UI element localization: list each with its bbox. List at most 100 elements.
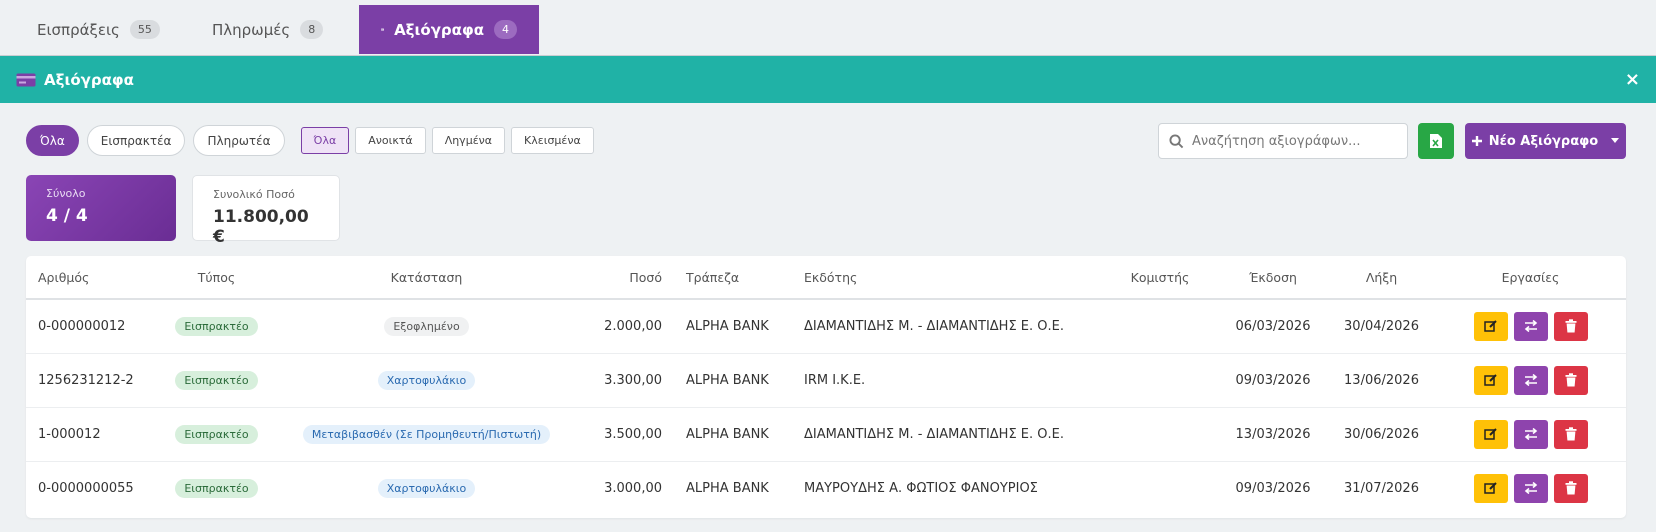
panel-header: Αξιόγραφα × [0, 56, 1656, 103]
search-box [1158, 123, 1408, 159]
tab-receipts[interactable]: Εισπράξεις 55 [5, 5, 160, 54]
tab-bar: Εισπράξεις 55 Πληρωμές 8 Αξιόγραφα 4 [0, 0, 1656, 56]
cheque-icon [381, 28, 385, 31]
type-filter-receivable[interactable]: Εισπρακτέα [86, 125, 186, 156]
tab-payments[interactable]: Πληρωμές 8 [180, 5, 330, 54]
status-filter-all[interactable]: Όλα [300, 127, 350, 154]
cheque-bank: ALPHA BANK [686, 480, 769, 496]
cheque-issued-date: 06/03/2026 [1218, 299, 1328, 354]
tab-payments-label: Πληρωμές [212, 20, 291, 39]
transfer-button[interactable] [1513, 473, 1548, 503]
trash-icon [1565, 373, 1576, 387]
total-card-label: Σύνολο [46, 187, 86, 200]
excel-file-icon [1430, 134, 1442, 148]
row-actions [1435, 473, 1626, 503]
status-badge: Χαρτοφυλάκιο [377, 370, 476, 390]
amount-card: Συνολικό Ποσό 11.800,00 € [192, 175, 340, 247]
tab-payments-count: 8 [300, 20, 324, 39]
type-badge: Εισπρακτέο [175, 424, 258, 444]
cheque-amount: 3.300,00 [579, 353, 674, 408]
new-cheque-label: Νέο Αξιόγραφο [1488, 133, 1599, 149]
tab-cheques[interactable]: Αξιόγραφα 4 [359, 5, 539, 54]
cheque-number: 0-000000012 [26, 299, 159, 354]
close-icon[interactable]: × [1625, 69, 1640, 90]
col-bearer[interactable]: Κομιστής [1102, 256, 1218, 300]
status-filter-expired[interactable]: Ληγμένα [431, 127, 506, 154]
panel-title: Αξιόγραφα [44, 70, 134, 89]
cheque-number: 1-000012 [26, 407, 159, 462]
cheque-bearer [1102, 299, 1218, 354]
filter-bar: Όλα Εισπρακτέα Πληρωτέα Όλα Ανοικτά Ληγμ… [26, 125, 600, 156]
cheque-issuer: ΔΙΑΜΑΝΤΙΔΗΣ Μ. - ΔΙΑΜΑΝΤΙΔΗΣ Ε. Ο.Ε. [792, 299, 1102, 354]
total-card: Σύνολο 4 / 4 [26, 175, 176, 241]
trash-icon [1565, 481, 1576, 495]
col-due[interactable]: Λήξη [1328, 256, 1435, 300]
col-number[interactable]: Αριθμός [26, 256, 159, 300]
col-issuer[interactable]: Εκδότης [792, 256, 1102, 300]
type-badge: Εισπρακτέο [175, 370, 258, 390]
amount-card-value: 11.800,00 € [213, 207, 309, 247]
cheque-bearer [1102, 407, 1218, 462]
exchange-icon [1524, 482, 1537, 495]
col-amount[interactable]: Ποσό [579, 256, 674, 300]
type-filter-payable[interactable]: Πληρωτέα [193, 125, 285, 156]
delete-button[interactable] [1553, 365, 1588, 395]
transfer-button[interactable] [1513, 419, 1548, 449]
col-type[interactable]: Τύπος [159, 256, 274, 300]
status-badge: Εξοφλημένο [384, 316, 469, 336]
table-row[interactable]: 0-000000012 Εισπρακτέο Εξοφλημένο 2.000,… [26, 299, 1626, 354]
cheque-issuer: IRM I.K.E. [792, 353, 1102, 408]
row-actions [1435, 419, 1626, 449]
total-card-value: 4 / 4 [46, 206, 88, 226]
edit-icon [1483, 428, 1497, 440]
new-cheque-button[interactable]: Νέο Αξιόγραφο [1465, 123, 1626, 159]
delete-button[interactable] [1553, 419, 1588, 449]
cheque-bearer [1102, 353, 1218, 408]
table-row[interactable]: 1-000012 Εισπρακτέο Μεταβιβασθέν (Σε Προ… [26, 407, 1626, 462]
col-actions: Εργασίες [1435, 256, 1626, 300]
edit-button[interactable] [1473, 419, 1508, 449]
cheque-number: 0-0000000055 [38, 480, 134, 496]
cheque-bank: ALPHA BANK [674, 407, 792, 462]
exchange-icon [1524, 374, 1537, 386]
cheque-due-date: 13/06/2026 [1328, 353, 1435, 408]
status-filter-open[interactable]: Ανοικτά [355, 127, 426, 154]
edit-icon [1483, 482, 1497, 494]
cheque-issued-date: 13/03/2026 [1218, 407, 1328, 462]
search-icon [1169, 133, 1184, 148]
col-issued[interactable]: Έκδοση [1218, 256, 1328, 300]
tab-receipts-label: Εισπράξεις [37, 20, 120, 39]
edit-icon [1483, 320, 1497, 332]
edit-icon [1483, 374, 1497, 386]
type-filter-all[interactable]: Όλα [26, 125, 79, 156]
search-input[interactable] [1192, 133, 1392, 149]
table-row[interactable]: 1256231212-2 Εισπρακτέο Χαρτοφυλάκιο 3.3… [26, 353, 1626, 408]
cheque-issuer: ΜΑΥΡΟΥΔΗΣ Α. ΦΩΤΙΟΣ ΦΑΝΟΥΡΙΟΣ [804, 480, 1038, 496]
cheque-issued-date: 09/03/2026 [1235, 480, 1311, 496]
tab-cheques-label: Αξιόγραφα [394, 20, 484, 39]
cheque-number: 1256231212-2 [26, 353, 159, 408]
table-row[interactable]: 0-0000000055 Εισπρακτέο Χαρτοφυλάκιο 3.0… [26, 461, 1626, 515]
edit-button[interactable] [1473, 311, 1508, 341]
transfer-button[interactable] [1513, 311, 1548, 341]
trash-icon [1565, 319, 1576, 333]
col-status[interactable]: Κατάσταση [274, 256, 579, 300]
edit-button[interactable] [1473, 473, 1508, 503]
export-excel-button[interactable] [1418, 123, 1454, 159]
cheque-issuer: ΔΙΑΜΑΝΤΙΔΗΣ Μ. - ΔΙΑΜΑΝΤΙΔΗΣ Ε. Ο.Ε. [792, 407, 1102, 462]
cheque-due-date: 30/06/2026 [1328, 407, 1435, 462]
delete-button[interactable] [1553, 311, 1588, 341]
tab-receipts-count: 55 [129, 20, 160, 39]
cheque-bank: ALPHA BANK [674, 299, 792, 354]
cheque-icon [16, 73, 36, 86]
status-filter-closed[interactable]: Κλεισμένα [511, 127, 594, 154]
cheque-issued-date: 09/03/2026 [1218, 353, 1328, 408]
trash-icon [1565, 427, 1576, 441]
plus-icon [1471, 136, 1482, 146]
transfer-button[interactable] [1513, 365, 1548, 395]
delete-button[interactable] [1553, 473, 1588, 503]
amount-card-label: Συνολικό Ποσό [213, 188, 295, 201]
edit-button[interactable] [1473, 365, 1508, 395]
cheque-amount: 3.000,00 [604, 480, 662, 496]
col-bank[interactable]: Τράπεζα [674, 256, 792, 300]
